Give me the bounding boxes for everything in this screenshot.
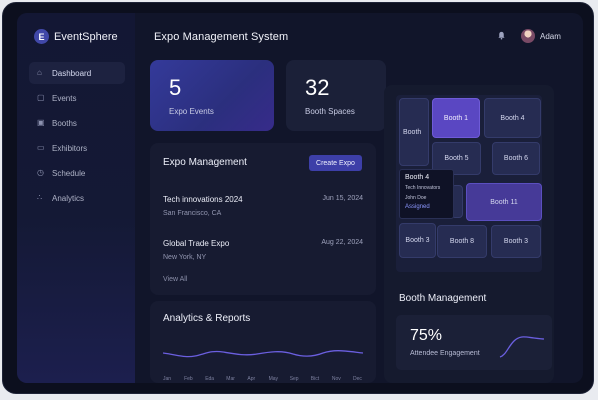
booth-tile[interactable]: Booth bbox=[399, 98, 429, 166]
stat-label: Booth Spaces bbox=[305, 107, 355, 116]
list-item[interactable]: Tech innovations 2024 San Francisco, CA … bbox=[163, 195, 363, 217]
booth-tile[interactable]: Booth 3 bbox=[491, 225, 541, 258]
bell-icon[interactable] bbox=[497, 31, 506, 42]
chart-tick-label: Bict bbox=[311, 376, 320, 382]
calendar-icon: ▢ bbox=[37, 93, 45, 102]
booth-tile[interactable]: Booth 11 bbox=[466, 183, 542, 221]
sidebar-item-label: Events bbox=[52, 93, 77, 103]
briefcase-icon: ▭ bbox=[37, 143, 45, 152]
chart-tick-label: Apr bbox=[247, 376, 255, 382]
expo-date: Aug 22, 2024 bbox=[321, 239, 363, 246]
expo-date: Jun 15, 2024 bbox=[322, 195, 363, 202]
list-item[interactable]: Global Trade Expo New York, NY Aug 22, 2… bbox=[163, 239, 363, 261]
panel-title: Expo Management bbox=[163, 157, 247, 168]
chart-tick-label: Feb bbox=[184, 376, 193, 382]
brand[interactable]: E EventSphere bbox=[34, 29, 118, 44]
booth-tile[interactable]: Booth 3 bbox=[399, 223, 436, 258]
stat-value: 32 bbox=[305, 75, 330, 100]
chart-tick-label: Eda bbox=[205, 376, 214, 382]
tooltip-status: Assigned bbox=[405, 204, 430, 210]
stat-label: Expo Events bbox=[169, 107, 214, 116]
sidebar-item-dashboard[interactable]: ⌂ Dashboard bbox=[29, 62, 125, 84]
analytics-icon: ∴ bbox=[37, 193, 43, 202]
tooltip-company: Tech Innovators bbox=[405, 185, 441, 191]
app-window: E EventSphere ⌂ Dashboard ▢ Events ▣ Boo… bbox=[17, 13, 583, 383]
sidebar-item-booths[interactable]: ▣ Booths bbox=[29, 112, 125, 134]
avatar[interactable] bbox=[521, 29, 535, 43]
view-all-link[interactable]: View All bbox=[163, 276, 187, 283]
sidebar-item-label: Dashboard bbox=[52, 68, 92, 78]
engagement-label: Attendee Engagement bbox=[410, 350, 480, 357]
sidebar-item-label: Analytics bbox=[52, 193, 85, 203]
tooltip-person: John Doe bbox=[405, 195, 427, 201]
sidebar-item-label: Exhibitors bbox=[52, 143, 88, 153]
booth-tile[interactable]: Booth 6 bbox=[492, 142, 540, 175]
app-frame: E EventSphere ⌂ Dashboard ▢ Events ▣ Boo… bbox=[2, 2, 594, 394]
chart-tick-label: Mar bbox=[226, 376, 235, 382]
booth-tile[interactable]: Booth 1 bbox=[432, 98, 480, 138]
user-name[interactable]: Adam bbox=[540, 32, 561, 41]
sidebar-item-schedule[interactable]: ◷ Schedule bbox=[29, 162, 125, 184]
expo-location: New York, NY bbox=[163, 254, 207, 261]
chart-tick-label: Jan bbox=[163, 376, 171, 382]
booth-tile[interactable]: Booth 4 bbox=[484, 98, 541, 138]
booth-map: Booth Booth 1 Booth 4 Booth 5 Booth 6 Bo… bbox=[396, 95, 542, 272]
chart-tick-label: Nov bbox=[332, 376, 341, 382]
analytics-panel: Analytics & Reports Jan Feb Eda Mar Apr May Se… bbox=[150, 301, 376, 383]
chart-tick-label: Sep bbox=[290, 376, 299, 382]
chart-series-line bbox=[163, 350, 363, 358]
analytics-line-chart: Jan Feb Eda Mar Apr May Sep Bict Nov Dec bbox=[163, 350, 363, 382]
sidebar-item-analytics[interactable]: ∴ Analytics bbox=[29, 187, 125, 209]
booth-map-panel: Booth Booth 1 Booth 4 Booth 5 Booth 6 Bo… bbox=[384, 85, 554, 383]
engagement-value: 75% bbox=[410, 327, 443, 344]
sidebar-item-label: Booths bbox=[52, 118, 77, 128]
booth-tooltip: Booth 4 Tech Innovators John Doe Assigne… bbox=[399, 169, 454, 219]
home-icon: ⌂ bbox=[37, 68, 42, 77]
stat-value: 5 bbox=[169, 75, 182, 100]
chart-tick-label: Dec bbox=[353, 376, 362, 382]
sidebar: E EventSphere ⌂ Dashboard ▢ Events ▣ Boo… bbox=[17, 13, 135, 383]
stat-card-expo-events[interactable]: 5 Expo Events bbox=[150, 60, 274, 131]
sidebar-item-events[interactable]: ▢ Events bbox=[29, 87, 125, 109]
chart-tick-label: May bbox=[269, 376, 279, 382]
sidebar-item-exhibitors[interactable]: ▭ Exhibitors bbox=[29, 137, 125, 159]
create-expo-button[interactable]: Create Expo bbox=[309, 155, 362, 171]
sidebar-nav: ⌂ Dashboard ▢ Events ▣ Booths ▭ Exhibito… bbox=[29, 62, 125, 212]
panel-title: Booth Management bbox=[399, 293, 487, 304]
page-title: Expo Management System bbox=[154, 31, 289, 43]
clock-icon: ◷ bbox=[37, 168, 44, 177]
sidebar-item-label: Schedule bbox=[52, 168, 86, 178]
brand-name: EventSphere bbox=[54, 30, 118, 43]
expo-management-panel: Expo Management Create Expo Tech innovat… bbox=[150, 143, 376, 295]
tooltip-title: Booth 4 bbox=[405, 174, 430, 181]
engagement-sparkline bbox=[499, 336, 545, 358]
booth-icon: ▣ bbox=[37, 118, 45, 127]
brand-logo-icon: E bbox=[34, 29, 49, 44]
stat-card-booth-spaces[interactable]: 32 Booth Spaces bbox=[286, 60, 386, 131]
engagement-card[interactable]: 75% Attendee Engagement bbox=[396, 315, 552, 370]
booth-tile[interactable]: Booth 8 bbox=[437, 225, 487, 258]
expo-location: San Francisco, CA bbox=[163, 210, 222, 217]
